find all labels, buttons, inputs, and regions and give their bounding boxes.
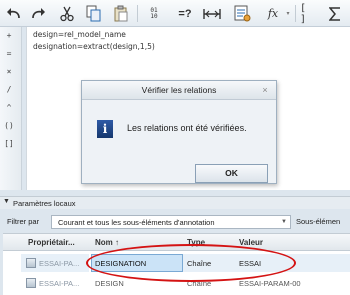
sub-elements-label: Sous-élémen xyxy=(296,217,341,226)
table-header: Propriétair... Nom ↑ Type Valeur xyxy=(3,234,350,251)
brackets-operator-button[interactable]: [] xyxy=(0,139,18,148)
operator-bar: + = × / ^ () [] xyxy=(0,27,22,190)
table-icon[interactable] xyxy=(231,3,253,24)
multiply-operator-button[interactable]: × xyxy=(0,67,18,76)
column-owner[interactable]: Propriétair... xyxy=(28,238,75,247)
close-icon[interactable]: × xyxy=(260,81,270,100)
undo-icon[interactable] xyxy=(4,3,24,24)
toolbar-separator xyxy=(295,5,296,22)
column-value[interactable]: Valeur xyxy=(239,238,263,247)
cell-value[interactable]: ESSAI xyxy=(239,259,261,268)
filter-select[interactable]: Courant et tous les sous-éléments d'anno… xyxy=(51,215,291,229)
copy-icon[interactable] xyxy=(84,3,104,24)
cell-value[interactable]: ESSAI-PARAM-00 xyxy=(239,279,301,288)
cell-owner: ESSAI-PA... xyxy=(39,279,80,288)
equals-operator-button[interactable]: = xyxy=(0,49,18,58)
filter-bar: Filtrer par Courant et tous les sous-élé… xyxy=(0,212,350,230)
cell-name[interactable]: DESIGNATION xyxy=(95,259,146,268)
binary-label: 01 10 xyxy=(150,6,158,20)
cell-type: Chaîne xyxy=(187,279,212,288)
binary-icon[interactable]: 01 10 xyxy=(144,3,164,24)
filter-value: Courant et tous les sous-éléments d'anno… xyxy=(58,218,215,227)
parameter-icon xyxy=(26,258,36,268)
redo-icon[interactable] xyxy=(28,3,48,24)
parameter-icon xyxy=(26,278,36,288)
column-type[interactable]: Type xyxy=(187,238,205,247)
fx-dropdown-icon[interactable]: ▾ xyxy=(285,3,291,24)
divide-operator-button[interactable]: / xyxy=(0,85,18,94)
cut-icon[interactable] xyxy=(57,3,77,24)
collapse-arrow-icon[interactable]: ▼ xyxy=(3,198,10,205)
ok-button[interactable]: OK xyxy=(195,164,268,183)
cell-name[interactable]: DESIGN xyxy=(95,279,124,288)
cell-owner: ESSAI-PA... xyxy=(39,259,80,268)
equals-query-icon[interactable]: =? xyxy=(174,3,196,24)
measure-icon[interactable] xyxy=(201,3,223,24)
chevron-down-icon[interactable]: ▼ xyxy=(281,219,287,225)
brackets-icon[interactable]: [ ] xyxy=(300,2,318,25)
equals-label: =? xyxy=(178,7,192,20)
info-icon: i xyxy=(97,120,113,138)
fx-icon[interactable]: fx xyxy=(262,3,284,24)
table-row[interactable]: ESSAI-PA... DESIGNATION Chaîne ESSAI xyxy=(3,254,350,272)
cell-type: Chaîne xyxy=(187,259,212,268)
plus-operator-button[interactable]: + xyxy=(0,31,18,40)
params-panel-header[interactable]: ▼ Paramètres locaux xyxy=(0,196,350,209)
power-operator-button[interactable]: ^ xyxy=(0,103,18,112)
code-line: design=rel_model_name xyxy=(33,30,126,39)
parameters-table: Propriétair... Nom ↑ Type Valeur ESSAI-P… xyxy=(3,233,350,295)
verify-relations-dialog: Vérifier les relations × i Les relations… xyxy=(81,80,277,184)
sigma-icon[interactable] xyxy=(326,3,344,24)
panel-title: Paramètres locaux xyxy=(13,199,76,208)
fx-label: fx xyxy=(267,7,279,20)
dialog-title: Vérifier les relations xyxy=(82,81,276,100)
brackets-label: [ ] xyxy=(300,2,307,25)
filter-label: Filtrer par xyxy=(7,217,40,226)
dialog-message: Les relations ont été vérifiées. xyxy=(127,123,247,133)
parentheses-operator-button[interactable]: () xyxy=(0,121,18,130)
toolbar-separator xyxy=(137,5,138,22)
table-row[interactable]: ESSAI-PA... DESIGN Chaîne ESSAI-PARAM-00 xyxy=(3,274,350,292)
toolbar: 01 10 =? fx ▾ [ ] xyxy=(0,0,350,27)
code-line: designation=extract(design,1,5) xyxy=(33,42,155,51)
column-name[interactable]: Nom ↑ xyxy=(95,238,119,247)
paste-icon[interactable] xyxy=(111,3,131,24)
